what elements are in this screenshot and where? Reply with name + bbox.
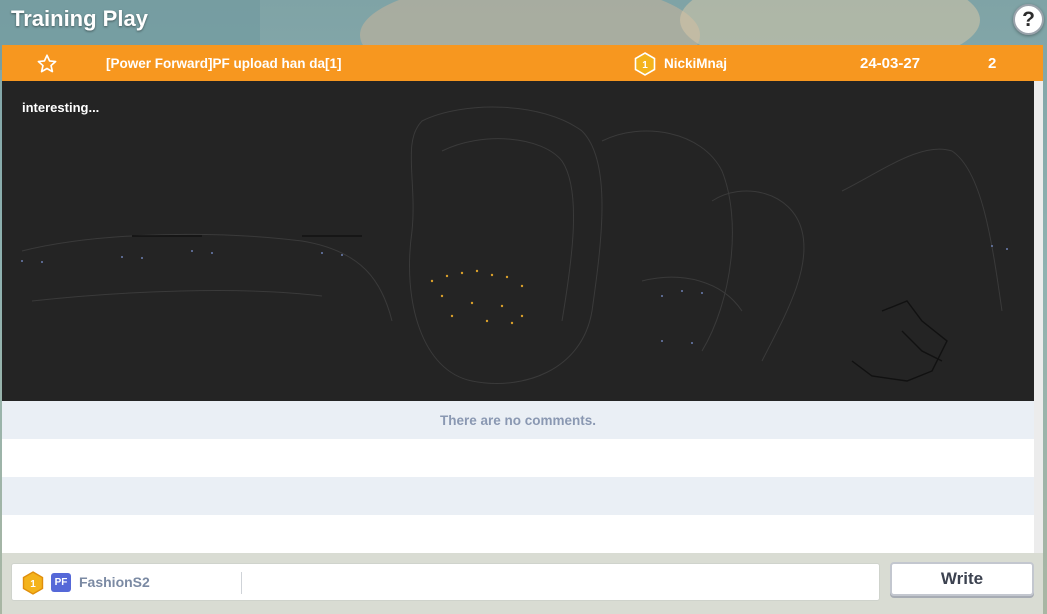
video-frame [21, 106, 1008, 384]
scrollbar[interactable] [1034, 81, 1043, 553]
post-date: 24-03-27 [860, 55, 921, 72]
empty-comments-message: There are no comments. [2, 401, 1034, 439]
help-button[interactable]: ? [1013, 4, 1044, 35]
post-title: [Power Forward]PF upload han da[1] [106, 56, 342, 71]
list-item [2, 477, 1034, 515]
post-count: 2 [988, 55, 997, 72]
post-body: interesting... [22, 100, 100, 115]
rank-badge-number: 1 [642, 60, 648, 71]
post-panel: [Power Forward]PF upload han da[1] 1 Nic… [2, 45, 1043, 614]
video-preview[interactable]: interesting... [2, 81, 1034, 401]
list-item [2, 439, 1034, 477]
divider [241, 572, 242, 594]
write-button[interactable]: Write [890, 562, 1034, 596]
rank-badge-number: 1 [30, 579, 36, 590]
rank-badge-icon: 1 [22, 571, 44, 595]
post-header: [Power Forward]PF upload han da[1] 1 Nic… [2, 45, 1043, 81]
rank-badge-icon: 1 [634, 52, 656, 76]
comment-input-box: 1 PF FashionS2 [11, 563, 880, 601]
star-outline-icon[interactable] [36, 53, 58, 75]
comments-list: There are no comments. [2, 401, 1034, 553]
comment-composer: 1 PF FashionS2 Write [2, 553, 1043, 614]
list-item [2, 515, 1034, 553]
current-username: FashionS2 [79, 574, 150, 590]
post-author[interactable]: NickiMnaj [664, 56, 727, 71]
comment-input[interactable] [246, 566, 876, 598]
position-tag: PF [51, 573, 71, 592]
empty-comments-text: There are no comments. [439, 412, 597, 428]
page-title: Training Play [11, 6, 148, 31]
question-mark-icon: ? [1022, 7, 1035, 31]
